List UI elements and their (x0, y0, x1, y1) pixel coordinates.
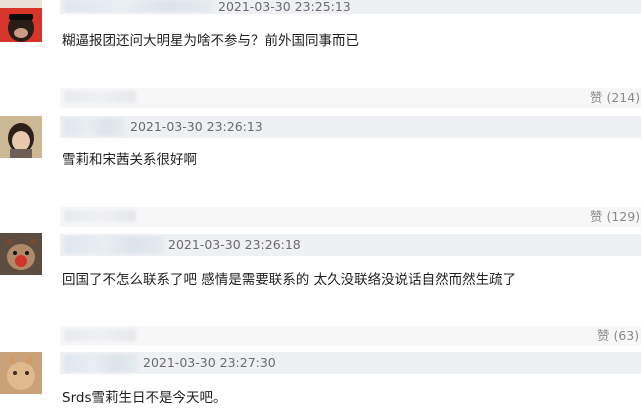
comment-item: 2021-03-30 23:27:30 Srds雪莉生日不是今天吧。 (0, 348, 641, 418)
username-blurred[interactable] (64, 354, 138, 372)
comment-footer (60, 207, 641, 227)
avatar[interactable] (0, 233, 42, 275)
like-button[interactable]: 赞 (63) (597, 327, 639, 345)
comment-text: 雪莉和宋茜关系很好啊 (62, 152, 197, 168)
reply-info-blurred (64, 329, 136, 341)
comment-timestamp: 2021-03-30 23:27:30 (143, 355, 276, 370)
reply-info-blurred (64, 91, 136, 103)
avatar[interactable] (0, 0, 42, 42)
comment-item: 2021-03-30 23:26:18 回国了不怎么联系了吧 感情是需要联系的 … (0, 233, 641, 346)
username-blurred[interactable] (64, 118, 124, 136)
comment-timestamp: 2021-03-30 23:26:13 (130, 119, 263, 134)
comment-footer (60, 88, 641, 108)
username-blurred[interactable] (64, 0, 212, 12)
comment-text: Srds雪莉生日不是今天吧。 (62, 390, 227, 406)
like-button[interactable]: 赞 (129) (590, 208, 640, 226)
comment-footer (60, 326, 641, 346)
avatar[interactable] (0, 352, 42, 394)
comment-text: 回国了不怎么联系了吧 感情是需要联系的 太久没联络没说话自然而然生疏了 (62, 272, 517, 288)
like-button[interactable]: 赞 (214) (590, 89, 640, 107)
comment-item: 2021-03-30 23:26:13 雪莉和宋茜关系很好啊 赞 (129) (0, 116, 641, 230)
comment-text: 糊逼报团还问大明星为啥不参与？前外国同事而已 (62, 33, 359, 49)
reply-info-blurred (64, 210, 136, 222)
comment-item: 2021-03-30 23:25:13 糊逼报团还问大明星为啥不参与？前外国同事… (0, 0, 641, 112)
avatar[interactable] (0, 116, 42, 158)
comment-timestamp: 2021-03-30 23:26:18 (168, 237, 301, 252)
username-blurred[interactable] (64, 236, 164, 254)
comment-timestamp: 2021-03-30 23:25:13 (218, 0, 351, 14)
